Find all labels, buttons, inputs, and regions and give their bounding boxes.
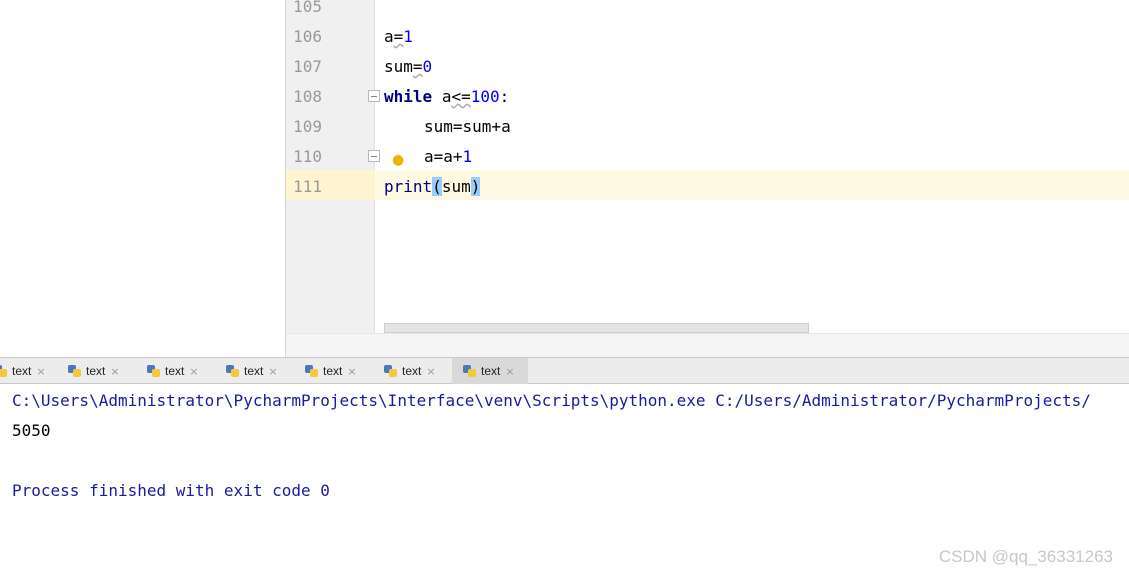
tab-label: text <box>12 364 32 378</box>
code-token: 0 <box>422 57 433 76</box>
python-file-icon <box>384 365 398 377</box>
code-token: a <box>384 27 394 46</box>
code-line-106[interactable]: a=1 <box>384 22 413 52</box>
line-number: 107 <box>293 57 322 76</box>
close-icon[interactable]: × <box>505 365 514 378</box>
code-line-107[interactable]: sum=0 <box>384 52 432 82</box>
code-token: sum=sum+a <box>424 117 511 136</box>
watermark: CSDN @qq_36331263 <box>938 547 1113 566</box>
console-command: C:\Users\Administrator\PycharmProjects\I… <box>12 391 1091 410</box>
run-tab[interactable]: text × <box>384 358 456 384</box>
code-token: = <box>412 57 423 76</box>
python-file-icon <box>147 365 161 377</box>
run-tab-bar: text × text × text × text × text × text × text… <box>0 357 1129 384</box>
tab-label: text <box>402 364 422 378</box>
code-token: a=a+ <box>424 147 463 166</box>
python-file-icon <box>463 365 477 377</box>
tab-label: text <box>323 364 343 378</box>
code-line-109[interactable]: sum=sum+a <box>424 112 511 142</box>
run-console[interactable]: C:\Users\Administrator\PycharmProjects\I… <box>0 384 1129 575</box>
console-exit-message: Process finished with exit code 0 <box>12 481 330 500</box>
python-file-icon <box>68 365 82 377</box>
line-number: 108 <box>293 87 322 106</box>
run-tab[interactable]: text × <box>305 358 377 384</box>
close-icon[interactable]: × <box>347 365 356 378</box>
line-number: 110 <box>293 147 322 166</box>
run-tab[interactable]: text × <box>0 358 60 384</box>
code-token: while <box>384 87 433 106</box>
line-number: 106 <box>293 27 322 46</box>
tab-label: text <box>244 364 264 378</box>
code-token: : <box>499 87 510 106</box>
tab-label: text <box>165 364 185 378</box>
code-token: <= <box>451 87 471 106</box>
lightbulb-icon[interactable]: ● <box>392 152 404 168</box>
fold-end-icon[interactable] <box>368 150 380 162</box>
code-token: 1 <box>462 147 473 166</box>
line-number: 111 <box>293 177 322 196</box>
line-number: 105 <box>293 0 322 16</box>
code-editor[interactable]: 105 106 107 108 109 110 111 a=1 sum=0 wh… <box>286 0 1129 357</box>
run-tab-active[interactable]: text × <box>452 358 528 384</box>
fold-collapse-icon[interactable] <box>368 90 380 102</box>
code-line-108[interactable]: while a<=100: <box>384 82 509 112</box>
run-tab[interactable]: text × <box>68 358 140 384</box>
run-tab[interactable]: text × <box>226 358 298 384</box>
code-token: print <box>384 177 433 196</box>
code-token: = <box>393 27 404 46</box>
python-file-icon <box>0 365 8 377</box>
python-file-icon <box>226 365 240 377</box>
close-icon[interactable]: × <box>189 365 198 378</box>
code-token: sum <box>441 177 471 196</box>
horizontal-scrollbar[interactable] <box>286 333 1129 357</box>
close-icon[interactable]: × <box>110 365 119 378</box>
console-output: 5050 <box>12 421 51 440</box>
code-token: sum <box>384 57 413 76</box>
close-icon[interactable]: × <box>36 365 45 378</box>
tab-label: text <box>481 364 501 378</box>
tab-label: text <box>86 364 106 378</box>
code-token: 100 <box>470 87 500 106</box>
close-icon[interactable]: × <box>426 365 435 378</box>
code-line-110[interactable]: a=a+1 <box>424 142 472 172</box>
run-tab[interactable]: text × <box>147 358 219 384</box>
bracket-match: ) <box>470 177 481 196</box>
python-file-icon <box>305 365 319 377</box>
horizontal-scrollbar-thumb[interactable] <box>384 323 809 333</box>
left-panel <box>0 0 286 357</box>
close-icon[interactable]: × <box>268 365 277 378</box>
line-number: 109 <box>293 117 322 136</box>
code-token: a <box>441 87 452 106</box>
code-token: 1 <box>403 27 413 46</box>
code-line-111[interactable]: print(sum) <box>384 172 481 202</box>
bracket-match: ( <box>432 177 442 196</box>
